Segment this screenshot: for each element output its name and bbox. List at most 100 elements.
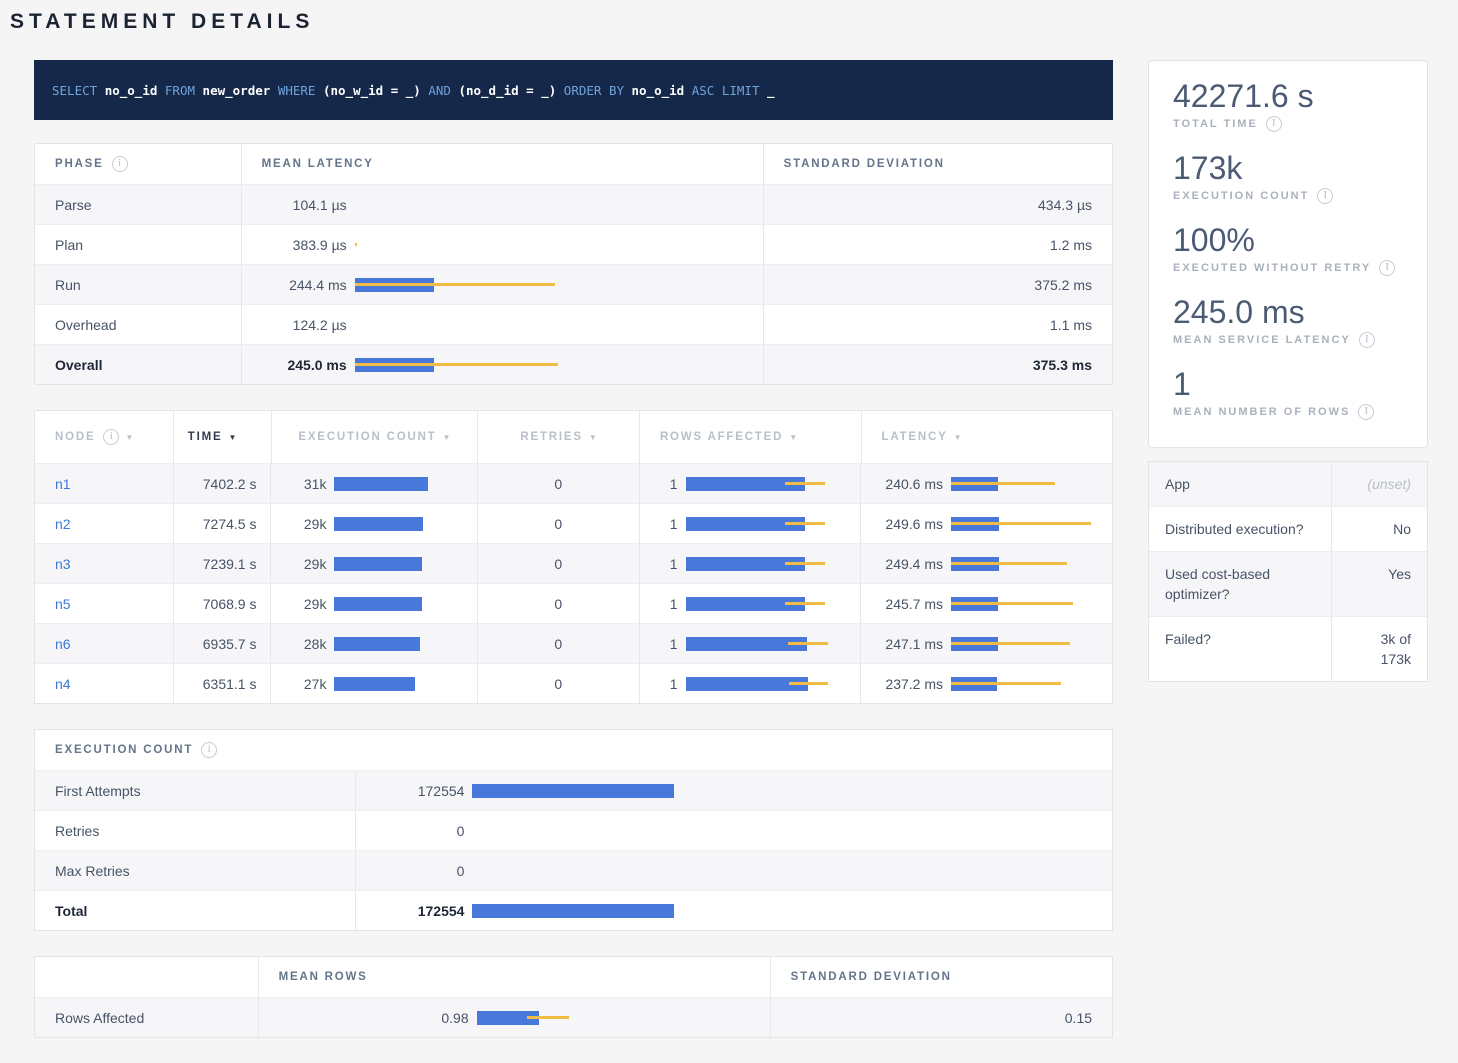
phase-table: PHASE i MEAN LATENCY STANDARD DEVIATION … bbox=[34, 143, 1113, 385]
sort-icon[interactable]: ▼ bbox=[443, 433, 451, 442]
node-link[interactable]: n6 bbox=[55, 636, 71, 652]
node-exec-value: 29k bbox=[291, 556, 326, 572]
node-link[interactable]: n4 bbox=[55, 676, 71, 692]
stddev-value: 375.2 ms bbox=[763, 265, 1112, 304]
sql-identifier: (no_w_id = _) bbox=[323, 83, 428, 98]
retries-header-label: RETRIES bbox=[520, 431, 582, 443]
node-latency-value: 237.2 ms bbox=[881, 676, 943, 692]
exec-row-max-retries: Max Retries 0 bbox=[35, 850, 1112, 890]
stddev-whisker bbox=[355, 283, 555, 286]
latency-bar bbox=[355, 317, 558, 333]
retries-column-header[interactable]: RETRIES ▼ bbox=[477, 411, 639, 463]
rows-bar bbox=[686, 476, 834, 492]
node-time: 6935.7 s bbox=[173, 624, 271, 663]
exec-row-value: 0 bbox=[376, 863, 464, 879]
stddev-whisker bbox=[355, 363, 558, 366]
sql-keyword: ORDER BY bbox=[564, 83, 632, 98]
execution-count-table-header: EXECUTION COUNT i bbox=[35, 730, 1112, 770]
sql-query-text: SELECT no_o_id FROM new_order WHERE (no_… bbox=[52, 83, 775, 98]
stat-value: 173k bbox=[1173, 149, 1403, 187]
latency-column-header[interactable]: LATENCY ▼ bbox=[861, 411, 1113, 463]
mean-bar bbox=[334, 557, 422, 571]
execution-count-column-header[interactable]: EXECUTION COUNT ▼ bbox=[271, 411, 478, 463]
node-exec-value: 29k bbox=[291, 596, 326, 612]
mean-rows-value: 0.98 bbox=[279, 1010, 469, 1026]
summary-stats-card: 42271.6 s TOTAL TIMEi 173k EXECUTION COU… bbox=[1148, 60, 1428, 448]
node-link[interactable]: n1 bbox=[55, 476, 71, 492]
mean-latency-value: 245.0 ms bbox=[262, 357, 347, 373]
sort-icon[interactable]: ▼ bbox=[954, 433, 962, 442]
node-rows-value: 1 bbox=[660, 676, 678, 692]
sql-identifier: (no_d_id = _) bbox=[458, 83, 563, 98]
detail-value: No bbox=[1331, 507, 1427, 551]
info-icon[interactable]: i bbox=[1358, 404, 1374, 420]
node-exec-value: 29k bbox=[291, 516, 326, 532]
node-column-header[interactable]: NODE i ▼ bbox=[35, 411, 173, 463]
stddev-whisker bbox=[355, 243, 357, 246]
node-link[interactable]: n3 bbox=[55, 556, 71, 572]
sort-icon[interactable]: ▼ bbox=[228, 433, 236, 442]
info-icon[interactable]: i bbox=[112, 156, 128, 172]
node-time: 7402.2 s bbox=[173, 464, 271, 503]
node-row: n4 6351.1 s 27k 0 1 237.2 ms bbox=[35, 663, 1112, 703]
latency-bar bbox=[951, 556, 1101, 572]
stddev-value: 1.2 ms bbox=[763, 225, 1112, 264]
info-icon[interactable]: i bbox=[1359, 332, 1375, 348]
latency-bar bbox=[951, 596, 1101, 612]
stddev-whisker bbox=[785, 482, 825, 485]
info-icon[interactable]: i bbox=[1266, 116, 1282, 132]
stddev-whisker bbox=[788, 642, 828, 645]
rows-affected-column-header[interactable]: ROWS AFFECTED ▼ bbox=[639, 411, 861, 463]
node-latency-cell: 249.6 ms bbox=[860, 504, 1112, 543]
detail-value: (unset) bbox=[1331, 462, 1427, 506]
node-latency-value: 240.6 ms bbox=[881, 476, 943, 492]
sort-icon[interactable]: ▼ bbox=[589, 433, 597, 442]
node-retries: 0 bbox=[477, 544, 639, 583]
count-bar bbox=[472, 783, 674, 799]
stddev-whisker bbox=[527, 1016, 568, 1019]
stddev-whisker bbox=[951, 562, 1067, 565]
statement-details-page: STATEMENT DETAILS SELECT no_o_id FROM ne… bbox=[0, 0, 1458, 1063]
sql-identifier: no_o_id bbox=[632, 83, 692, 98]
node-exec-value: 27k bbox=[291, 676, 326, 692]
node-rows-cell: 1 bbox=[639, 464, 860, 503]
info-icon[interactable]: i bbox=[103, 429, 119, 445]
node-retries: 0 bbox=[477, 584, 639, 623]
exec-row-label: First Attempts bbox=[35, 771, 355, 810]
sql-keyword: WHERE bbox=[278, 83, 323, 98]
node-exec-value: 31k bbox=[291, 476, 326, 492]
exec-row-retries: Retries 0 bbox=[35, 810, 1112, 850]
execution-count-header-label: EXECUTION COUNT bbox=[298, 431, 436, 443]
phase-row-parse: Parse 104.1 µs 434.3 µs bbox=[35, 184, 1112, 224]
exec-row-value: 0 bbox=[376, 823, 464, 839]
exec-bar bbox=[334, 476, 454, 492]
node-rows-value: 1 bbox=[660, 556, 678, 572]
latency-bar bbox=[355, 357, 558, 373]
phase-name: Run bbox=[35, 265, 241, 304]
sort-icon[interactable]: ▼ bbox=[789, 433, 797, 442]
latency-bar bbox=[951, 636, 1101, 652]
node-retries: 0 bbox=[477, 624, 639, 663]
exec-row-total: Total 172554 bbox=[35, 890, 1112, 930]
node-link[interactable]: n5 bbox=[55, 596, 71, 612]
mean-bar bbox=[472, 904, 674, 918]
stat-label: TOTAL TIME bbox=[1173, 118, 1258, 130]
time-column-header[interactable]: TIME ▼ bbox=[173, 411, 271, 463]
info-icon[interactable]: i bbox=[1379, 260, 1395, 276]
info-icon[interactable]: i bbox=[1317, 188, 1333, 204]
stat-mean-number-of-rows: 1 MEAN NUMBER OF ROWSi bbox=[1173, 365, 1403, 420]
stddev-whisker bbox=[951, 602, 1073, 605]
sql-identifier: new_order bbox=[203, 83, 278, 98]
mean-latency-value: 104.1 µs bbox=[262, 197, 347, 213]
node-rows-value: 1 bbox=[660, 596, 678, 612]
node-link[interactable]: n2 bbox=[55, 516, 71, 532]
count-bar bbox=[472, 823, 674, 839]
node-exec-cell: 29k bbox=[270, 504, 476, 543]
node-row: n2 7274.5 s 29k 0 1 249.6 ms bbox=[35, 503, 1112, 543]
sort-icon[interactable]: ▼ bbox=[125, 433, 133, 442]
node-latency-cell: 240.6 ms bbox=[860, 464, 1112, 503]
info-icon[interactable]: i bbox=[201, 742, 217, 758]
rows-affected-label: Rows Affected bbox=[35, 998, 258, 1037]
stddev-whisker bbox=[785, 522, 825, 525]
node-row: n5 7068.9 s 29k 0 1 245.7 ms bbox=[35, 583, 1112, 623]
